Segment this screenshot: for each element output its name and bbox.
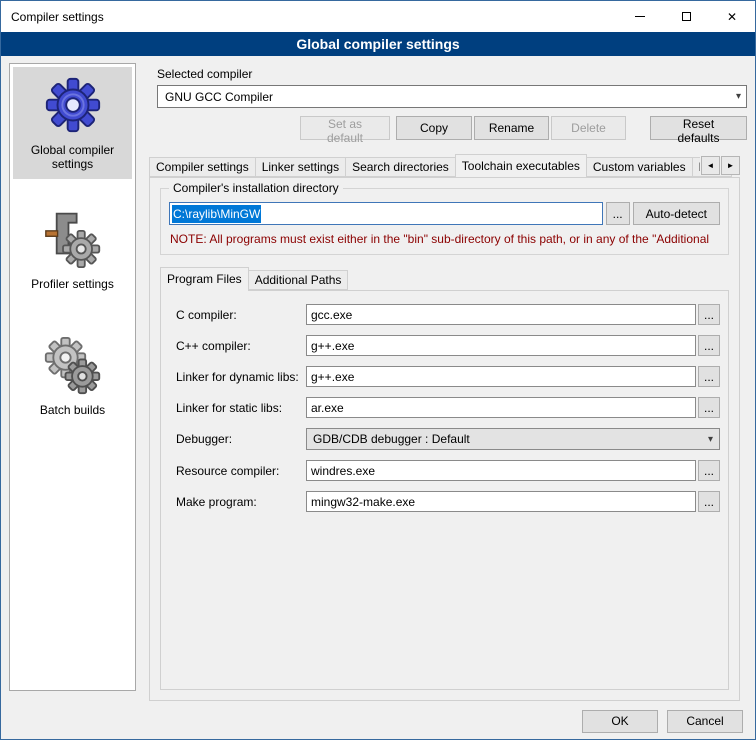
compiler-settings-window: Compiler settings ✕ Global compiler sett… — [0, 0, 756, 740]
c-compiler-input[interactable]: gcc.exe — [306, 304, 696, 325]
minimize-button[interactable] — [617, 1, 663, 32]
selected-compiler-label: Selected compiler — [157, 67, 736, 81]
maximize-button[interactable] — [663, 1, 709, 32]
dialog-banner-title: Global compiler settings — [296, 36, 459, 52]
tab-scroll-controls: ◄ ► — [700, 156, 740, 175]
installation-directory-groupbox: Compiler's installation directory C:\ray… — [160, 188, 729, 255]
field-value: ar.exe — [311, 401, 344, 415]
field-row-c-compiler: C compiler: gcc.exe ... — [176, 304, 720, 325]
resource-compiler-browse-button[interactable]: ... — [698, 460, 720, 481]
static-linker-input[interactable]: ar.exe — [306, 397, 696, 418]
dynamic-linker-input[interactable]: g++.exe — [306, 366, 696, 387]
field-row-dynamic-linker: Linker for dynamic libs: g++.exe ... — [176, 366, 720, 387]
static-linker-browse-button[interactable]: ... — [698, 397, 720, 418]
stacked-gears-icon — [43, 336, 103, 396]
sidebar-item-label: Global compiler settings — [15, 143, 130, 171]
ok-button[interactable]: OK — [582, 710, 658, 733]
subtab-additional-paths[interactable]: Additional Paths — [248, 270, 349, 290]
field-row-resource-compiler: Resource compiler: windres.exe ... — [176, 460, 720, 481]
copy-button[interactable]: Copy — [396, 116, 472, 140]
make-program-input[interactable]: mingw32-make.exe — [306, 491, 696, 512]
toolchain-executables-panel: Compiler's installation directory C:\ray… — [149, 177, 740, 701]
sidebar-item-profiler-settings[interactable]: Profiler settings — [13, 201, 132, 299]
tab-scroll-right-button[interactable]: ► — [721, 156, 740, 175]
sidebar-item-batch-builds[interactable]: Batch builds — [13, 329, 132, 425]
field-value: GDB/CDB debugger : Default — [313, 432, 470, 446]
settings-sidebar: Global compiler settings — [9, 63, 136, 691]
window-title: Compiler settings — [1, 10, 104, 24]
profiler-clamp-gear-icon — [44, 208, 102, 270]
groupbox-title: Compiler's installation directory — [169, 181, 343, 195]
c-compiler-browse-button[interactable]: ... — [698, 304, 720, 325]
field-label: Make program: — [176, 495, 306, 509]
window-controls: ✕ — [617, 1, 755, 32]
program-files-panel: C compiler: gcc.exe ... C++ compiler: g+… — [160, 290, 729, 690]
reset-defaults-button[interactable]: Reset defaults — [650, 116, 747, 140]
rename-button[interactable]: Rename — [474, 116, 549, 140]
minimize-icon — [635, 16, 645, 17]
field-value: gcc.exe — [311, 308, 352, 322]
field-row-static-linker: Linker for static libs: ar.exe ... — [176, 397, 720, 418]
dialog-banner: Global compiler settings — [1, 32, 755, 56]
sidebar-item-global-compiler-settings[interactable]: Global compiler settings — [13, 67, 132, 179]
tab-scroll-left-button[interactable]: ◄ — [701, 156, 720, 175]
set-as-default-button[interactable]: Set as default — [300, 116, 390, 140]
field-value: g++.exe — [311, 370, 354, 384]
tab-toolchain-executables[interactable]: Toolchain executables — [455, 154, 587, 177]
close-icon: ✕ — [727, 11, 737, 23]
delete-button[interactable]: Delete — [551, 116, 626, 140]
resource-compiler-input[interactable]: windres.exe — [306, 460, 696, 481]
installation-directory-row: C:\raylib\MinGW ... Auto-detect — [169, 202, 720, 225]
maximize-icon — [682, 12, 691, 21]
main-panel: Selected compiler GNU GCC Compiler ▾ Set… — [146, 56, 747, 703]
subtab-program-files[interactable]: Program Files — [160, 267, 249, 291]
field-value: windres.exe — [311, 464, 375, 478]
autodetect-button[interactable]: Auto-detect — [633, 202, 720, 225]
cpp-compiler-input[interactable]: g++.exe — [306, 335, 696, 356]
field-value: mingw32-make.exe — [311, 495, 415, 509]
tab-search-directories[interactable]: Search directories — [345, 157, 456, 177]
program-files-tabstrip: Program Files Additional Paths — [160, 268, 729, 290]
selected-compiler-select[interactable]: GNU GCC Compiler ▾ — [157, 85, 747, 108]
right-arrow-icon: ► — [727, 161, 735, 170]
selected-directory-text: C:\raylib\MinGW — [172, 205, 261, 223]
field-label: Resource compiler: — [176, 464, 306, 478]
blue-gear-icon — [42, 74, 104, 136]
dialog-footer: OK Cancel — [1, 703, 755, 739]
installation-directory-browse-button[interactable]: ... — [606, 202, 630, 225]
installation-directory-input[interactable]: C:\raylib\MinGW — [169, 202, 603, 225]
tab-compiler-settings[interactable]: Compiler settings — [149, 157, 256, 177]
tab-custom-variables[interactable]: Custom variables — [586, 157, 693, 177]
field-label: Linker for dynamic libs: — [176, 370, 306, 384]
sidebar-item-label: Batch builds — [40, 403, 105, 417]
make-program-browse-button[interactable]: ... — [698, 491, 720, 512]
selected-compiler-value: GNU GCC Compiler — [165, 90, 273, 104]
cpp-compiler-browse-button[interactable]: ... — [698, 335, 720, 356]
field-row-debugger: Debugger: GDB/CDB debugger : Default ▾ — [176, 428, 720, 450]
field-label: C compiler: — [176, 308, 306, 322]
field-value: g++.exe — [311, 339, 354, 353]
field-label: C++ compiler: — [176, 339, 306, 353]
settings-tabstrip: Compiler settings Linker settings Search… — [149, 154, 740, 177]
note-text: NOTE: All programs must exist either in … — [170, 232, 720, 246]
sidebar-item-label: Profiler settings — [31, 277, 114, 291]
tab-linker-settings[interactable]: Linker settings — [255, 157, 346, 177]
dynamic-linker-browse-button[interactable]: ... — [698, 366, 720, 387]
field-row-make-program: Make program: mingw32-make.exe ... — [176, 491, 720, 512]
field-row-cpp-compiler: C++ compiler: g++.exe ... — [176, 335, 720, 356]
field-label: Debugger: — [176, 432, 306, 446]
close-button[interactable]: ✕ — [709, 1, 755, 32]
compiler-buttons-row: Set as default Copy Rename Delete Reset … — [157, 116, 747, 140]
left-arrow-icon: ◄ — [707, 161, 715, 170]
titlebar: Compiler settings ✕ — [1, 1, 755, 32]
field-label: Linker for static libs: — [176, 401, 306, 415]
cancel-button[interactable]: Cancel — [667, 710, 743, 733]
debugger-select[interactable]: GDB/CDB debugger : Default ▾ — [306, 428, 720, 450]
chevron-down-icon: ▾ — [708, 434, 713, 445]
chevron-down-icon: ▾ — [736, 91, 741, 102]
